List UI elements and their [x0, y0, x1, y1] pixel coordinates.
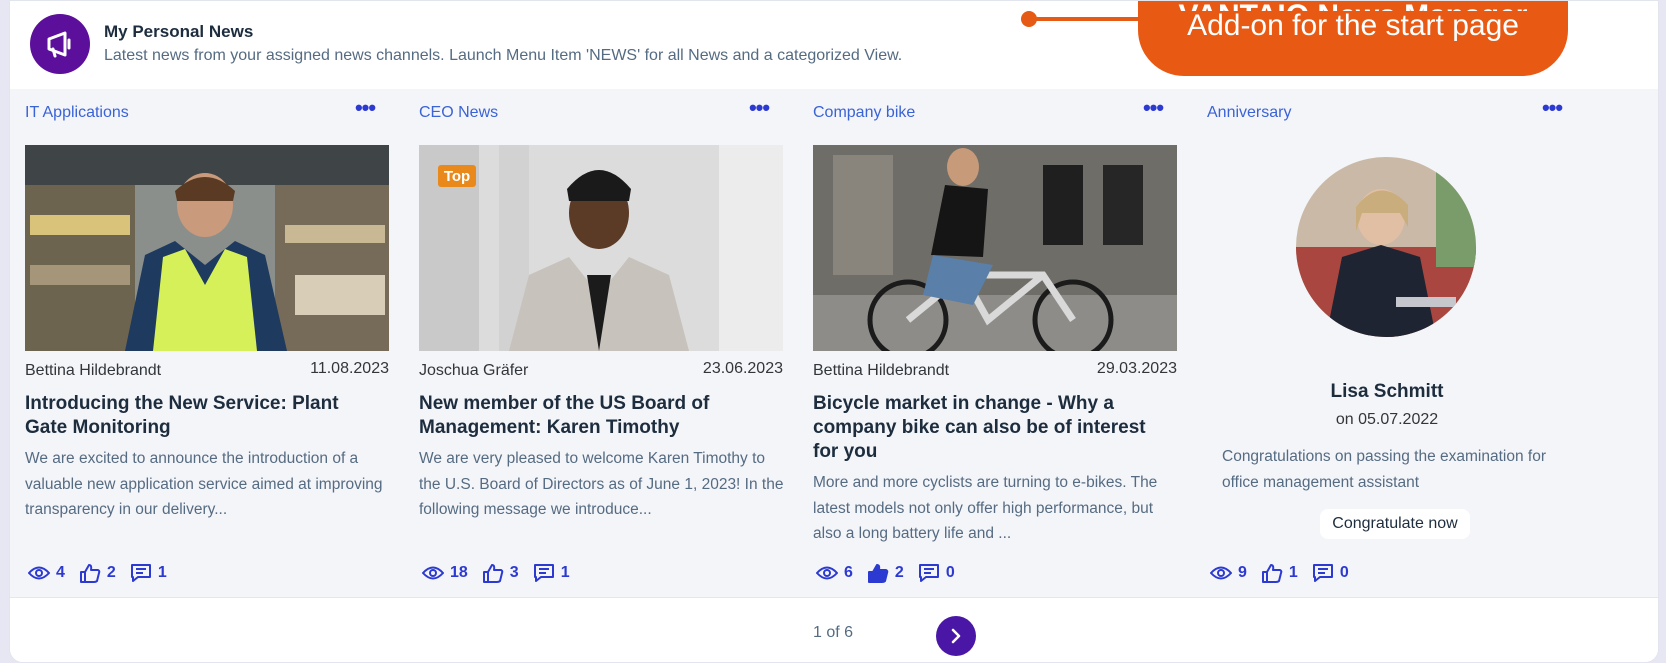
- widget-title: My Personal News: [104, 22, 254, 41]
- news-date: 23.06.2023: [702, 360, 783, 377]
- comments-stat[interactable]: 0: [918, 563, 955, 583]
- news-excerpt: We are very pleased to welcome Karen Tim…: [419, 450, 784, 518]
- news-widget: My Personal News Latest news from your a…: [9, 0, 1659, 663]
- views-stat: 4: [28, 564, 65, 582]
- anniversary-tile[interactable]: Anniversary ••• Lisa Schmitt on 05.07.20…: [1192, 89, 1658, 597]
- views-stat: 9: [1210, 564, 1247, 582]
- eye-icon: [1210, 566, 1232, 580]
- more-icon[interactable]: •••: [350, 97, 380, 121]
- more-icon[interactable]: •••: [1138, 97, 1168, 121]
- news-stats: 6 2 0: [816, 563, 955, 583]
- comment-icon[interactable]: [918, 563, 940, 583]
- news-stats: 18 3 1: [422, 563, 570, 583]
- pagination-footer: 1 of 6: [10, 597, 1658, 662]
- avatar: [1296, 157, 1476, 337]
- comments-stat[interactable]: 1: [130, 563, 167, 583]
- comment-icon[interactable]: [130, 563, 152, 583]
- news-excerpt: We are excited to announce the introduct…: [25, 450, 383, 518]
- callout-dot: [1021, 11, 1037, 27]
- views-count: 18: [450, 564, 468, 581]
- news-image-warehouse[interactable]: [25, 145, 389, 351]
- tile-category[interactable]: CEO News: [419, 104, 498, 122]
- comments-stat[interactable]: 0: [1312, 563, 1349, 583]
- callout-banner: VANTAIO News Manager Add-on for the star…: [1138, 1, 1568, 76]
- news-tile[interactable]: IT Applications ••• Bettina Hildebrandt …: [10, 89, 420, 597]
- thumbs-up-icon[interactable]: [1261, 563, 1283, 583]
- comments-count: 0: [945, 564, 955, 581]
- megaphone-icon: [30, 14, 90, 74]
- top-badge: Top: [444, 168, 470, 185]
- comment-icon[interactable]: [533, 563, 555, 583]
- comments-count: 0: [1339, 564, 1349, 581]
- likes-stat[interactable]: 1: [1261, 563, 1298, 583]
- news-title[interactable]: New member of the US Board of Management…: [419, 392, 779, 440]
- likes-count: 2: [106, 564, 116, 581]
- news-title[interactable]: Introducing the New Service: Plant Gate …: [25, 392, 385, 440]
- views-count: 6: [844, 564, 853, 581]
- likes-count: 3: [509, 564, 519, 581]
- tile-category[interactable]: Company bike: [813, 104, 915, 122]
- news-tile[interactable]: CEO News ••• Top Joschua Gräfer 23.06.20…: [404, 89, 814, 597]
- likes-count: 2: [894, 564, 904, 581]
- news-stats: 4 2 1: [28, 563, 167, 583]
- tile-category[interactable]: Anniversary: [1207, 104, 1291, 122]
- more-icon[interactable]: •••: [744, 97, 774, 121]
- comments-count: 1: [560, 564, 570, 581]
- page-indicator: 1 of 6: [813, 624, 854, 641]
- news-tile[interactable]: Company bike ••• Bettina Hildebrandt 29.…: [798, 89, 1208, 597]
- comments-stat[interactable]: 1: [533, 563, 570, 583]
- anniversary-text: Congratulations on passing the examinati…: [1222, 448, 1546, 491]
- widget-subtitle: Latest news from your assigned news chan…: [104, 47, 903, 64]
- news-image-portrait[interactable]: Top: [419, 145, 783, 351]
- likes-stat[interactable]: 2: [79, 563, 116, 583]
- next-page-button[interactable]: [936, 616, 976, 656]
- callout-connector: [1024, 17, 1144, 21]
- news-author: Bettina Hildebrandt: [813, 362, 950, 379]
- news-date: 11.08.2023: [310, 360, 389, 377]
- news-title[interactable]: Bicycle market in change - Why a company…: [813, 392, 1173, 464]
- anniversary-date: on 05.07.2022: [1335, 411, 1439, 428]
- likes-stat[interactable]: 3: [482, 563, 519, 583]
- news-date: 29.03.2023: [1096, 360, 1177, 377]
- person-name: Lisa Schmitt: [1330, 381, 1444, 402]
- eye-icon: [28, 566, 50, 580]
- more-icon[interactable]: •••: [1537, 97, 1567, 121]
- thumbs-up-icon[interactable]: [79, 563, 101, 583]
- comments-count: 1: [157, 564, 167, 581]
- thumbs-up-icon[interactable]: [867, 563, 889, 583]
- thumbs-up-icon[interactable]: [482, 563, 504, 583]
- comment-icon[interactable]: [1312, 563, 1334, 583]
- views-count: 9: [1238, 564, 1247, 581]
- likes-count: 1: [1288, 564, 1298, 581]
- news-tiles: IT Applications ••• Bettina Hildebrandt …: [10, 89, 1658, 597]
- callout-subtitle: Add-on for the start page: [1187, 9, 1519, 42]
- views-stat: 18: [422, 564, 468, 582]
- chevron-right-icon[interactable]: [949, 628, 963, 644]
- eye-icon: [422, 566, 444, 580]
- views-count: 4: [56, 564, 65, 581]
- tile-category[interactable]: IT Applications: [25, 104, 129, 122]
- congratulate-button[interactable]: Congratulate now: [1320, 509, 1470, 539]
- news-stats: 9 1 0: [1210, 563, 1349, 583]
- views-stat: 6: [816, 564, 853, 582]
- news-excerpt: More and more cyclists are turning to e-…: [813, 474, 1158, 542]
- news-author: Bettina Hildebrandt: [25, 362, 162, 379]
- news-image-bicycle[interactable]: [813, 145, 1177, 351]
- news-author: Joschua Gräfer: [419, 362, 529, 379]
- likes-stat[interactable]: 2: [867, 563, 904, 583]
- eye-icon: [816, 566, 838, 580]
